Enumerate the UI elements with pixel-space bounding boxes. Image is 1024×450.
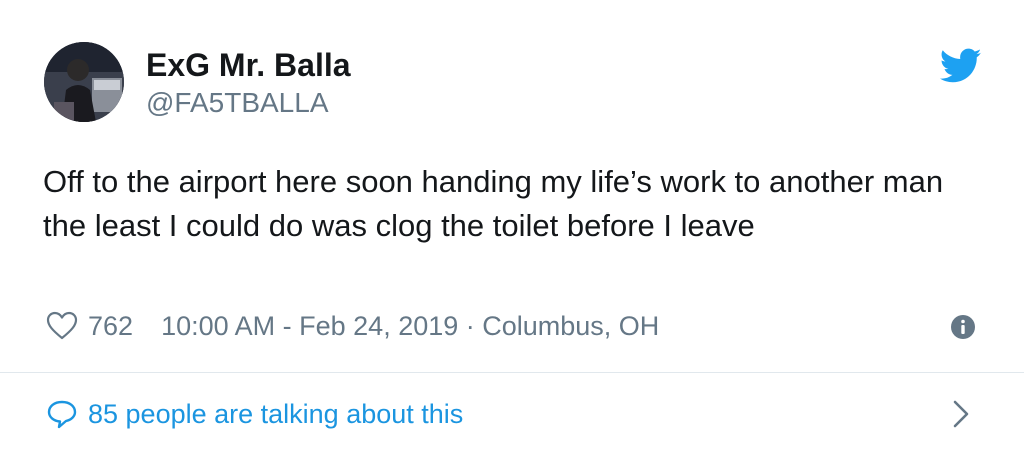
heart-icon[interactable] [46, 311, 78, 341]
twitter-bird-icon[interactable] [940, 48, 982, 84]
conversation-link[interactable]: 85 people are talking about this [46, 394, 463, 434]
chevron-right-icon[interactable] [950, 398, 972, 430]
info-icon[interactable] [950, 314, 976, 340]
user-handle[interactable]: @FA5TBALLA [146, 87, 329, 119]
talking-label: 85 people are talking about this [88, 398, 464, 429]
display-name[interactable]: ExG Mr. Balla [146, 47, 351, 84]
timestamp-location[interactable]: 10:00 AM - Feb 24, 2019 · Columbus, OH [161, 311, 659, 342]
divider [0, 372, 1024, 373]
avatar[interactable] [44, 42, 124, 122]
tweet-text: Off to the airport here soon handing my … [43, 164, 944, 243]
like-count[interactable]: 762 [88, 311, 133, 342]
tweet-meta: 762 10:00 AM - Feb 24, 2019 · Columbus, … [46, 306, 659, 346]
speech-bubble-icon [47, 400, 77, 429]
tweet-card: ExG Mr. Balla @FA5TBALLA Off to the airp… [0, 0, 1024, 450]
